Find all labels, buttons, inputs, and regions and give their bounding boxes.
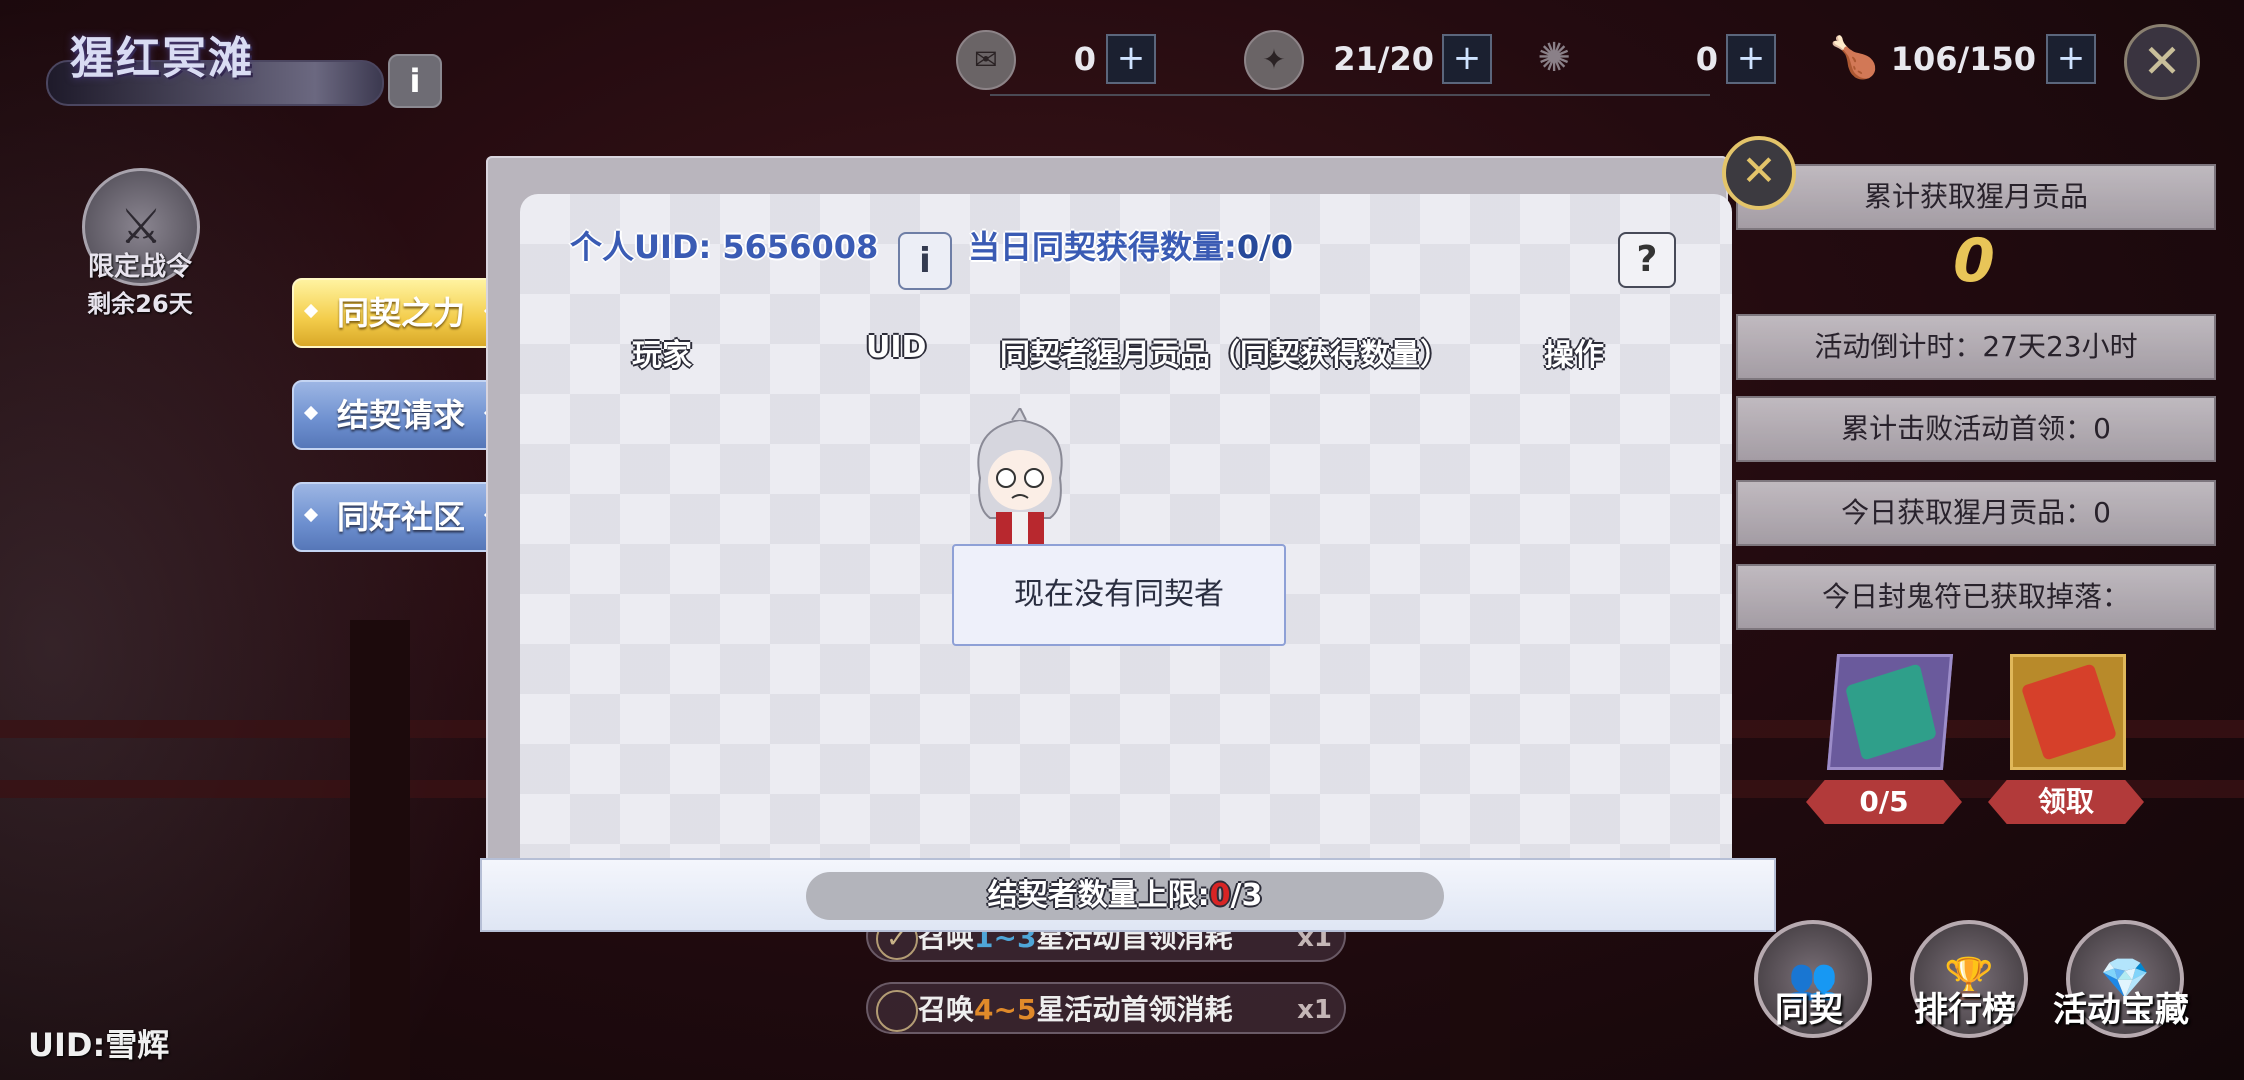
ticket-plus-button[interactable]: +	[1106, 34, 1156, 84]
tongqi-label: 同契	[1775, 990, 1843, 1030]
resource-stamina-value: 106/150	[1890, 40, 2036, 78]
dialog-close-button[interactable]: ✕	[1722, 136, 1796, 210]
summon-range: 4~5	[974, 993, 1037, 1026]
cumulative-tribute-value: 0	[1953, 226, 1995, 296]
circle-icon	[876, 990, 918, 1032]
background-post	[350, 620, 410, 1080]
token-plus-button[interactable]: +	[1442, 34, 1492, 84]
ticket-icon: ✉	[956, 30, 1016, 90]
bond-limit-current: 0	[1209, 878, 1231, 913]
player-uid: UID:雪辉	[28, 1026, 170, 1064]
battle-pass-remaining: 剩余26天	[87, 290, 193, 318]
help-button[interactable]: ?	[1618, 232, 1676, 288]
tab-community[interactable]: 同好社区	[292, 482, 510, 552]
talisman-progress: 0/5	[1806, 780, 1962, 824]
daily-count-value: 0/0	[1236, 228, 1294, 266]
dialog-panel	[520, 194, 1732, 864]
column-header-uid: UID	[866, 330, 927, 365]
today-drops: 今日封鬼符已获取掉落：	[1736, 564, 2216, 630]
summon-strip-high[interactable]: 召唤4~5星活动首领消耗 x1	[866, 982, 1346, 1034]
token-icon: ✦	[1244, 30, 1304, 90]
resource-ticket-value: 0	[1073, 40, 1096, 78]
personal-uid: 个人UID: 5656008	[570, 228, 879, 266]
tab-tongqi-power[interactable]: 同契之力	[292, 278, 510, 348]
claim-button[interactable]: 领取	[1988, 780, 2144, 824]
daily-count-label: 当日同契获得数量:0/0	[968, 222, 1293, 268]
summon-prefix: 召唤	[918, 993, 975, 1026]
dialog-info-button[interactable]: i	[898, 232, 952, 290]
crab-icon: ✺	[1537, 35, 1571, 81]
column-header-player: 玩家	[632, 338, 692, 373]
event-countdown: 活动倒计时：27天23小时	[1736, 314, 2216, 380]
green-talisman-icon[interactable]	[1826, 654, 1954, 770]
chibi-character-icon	[977, 408, 1063, 544]
tab-label: 同好社区	[336, 498, 465, 536]
bond-limit-max: /3	[1230, 878, 1263, 913]
today-tribute: 今日获取猩月贡品：0	[1736, 480, 2216, 546]
daily-count-text: 当日同契获得数量:	[968, 228, 1237, 266]
column-header-action: 操作	[1544, 338, 1604, 373]
summon-count: x1	[1297, 995, 1332, 1025]
stage-title: 猩红冥滩	[70, 33, 254, 84]
stamina-plus-button[interactable]: +	[2046, 34, 2096, 84]
close-screen-button[interactable]: ✕	[2124, 24, 2200, 100]
summon-suffix: 星活动首领消耗	[1036, 993, 1233, 1026]
resource-bar-line	[990, 94, 1710, 96]
bond-limit-label: 结契者数量上限:	[987, 878, 1210, 913]
battle-pass-label: 限定战令	[87, 252, 192, 282]
column-header-tribute: 同契者猩月贡品（同契获得数量）	[1000, 338, 1450, 373]
resource-crab-value: 0	[1695, 40, 1718, 78]
bond-limit-indicator: 结契者数量上限:0/3	[806, 872, 1444, 920]
stage-info-button[interactable]: i	[388, 54, 442, 108]
ranking-label: 排行榜	[1914, 990, 2016, 1030]
bosses-defeated: 累计击败活动首领：0	[1736, 396, 2216, 462]
drumstick-icon: 🍗	[1829, 35, 1879, 81]
empty-state-message: 现在没有同契者	[952, 544, 1286, 646]
treasure-label: 活动宝藏	[2053, 990, 2189, 1030]
tab-label: 结契请求	[336, 396, 465, 434]
tab-bond-request[interactable]: 结契请求	[292, 380, 510, 450]
red-talisman-icon[interactable]	[2010, 654, 2126, 770]
tab-label: 同契之力	[336, 294, 465, 332]
crab-plus-button[interactable]: +	[1726, 34, 1776, 84]
cumulative-tribute-title: 累计获取猩月贡品	[1736, 164, 2216, 230]
resource-token-value: 21/20	[1333, 40, 1434, 78]
